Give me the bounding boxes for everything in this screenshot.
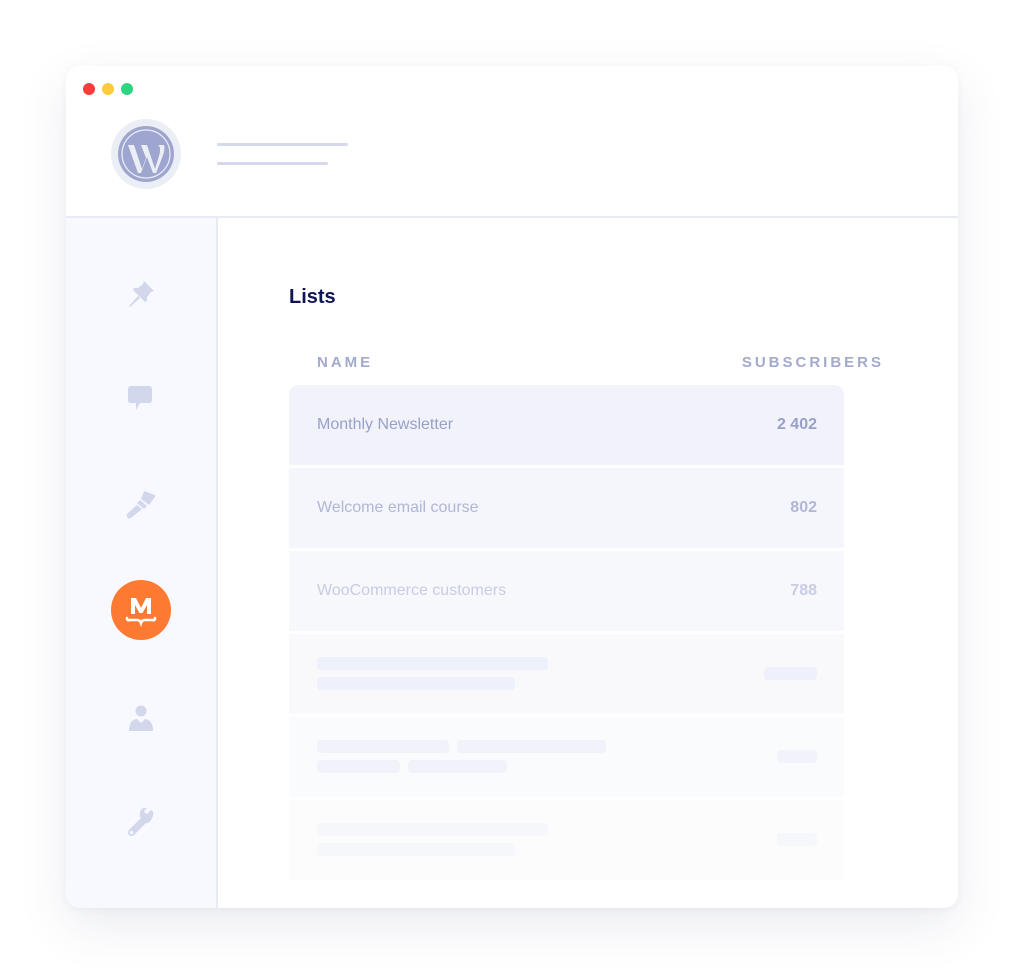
- sidebar-item-comments[interactable]: [66, 369, 216, 429]
- browser-window: Lists NAME SUBSCRIBERS Monthly Newslette…: [66, 66, 958, 908]
- header-placeholder-line: [217, 162, 328, 165]
- wordpress-logo-icon[interactable]: [111, 119, 181, 189]
- list-name[interactable]: WooCommerce customers: [317, 582, 506, 600]
- placeholder-row: [289, 634, 844, 714]
- placeholder-bar: [777, 750, 817, 763]
- column-header-subscribers[interactable]: SUBSCRIBERS: [742, 354, 884, 371]
- placeholder-bar: [764, 667, 817, 680]
- placeholder-row: [289, 717, 844, 797]
- column-header-name[interactable]: NAME: [317, 354, 373, 371]
- main-content: Lists NAME SUBSCRIBERS Monthly Newslette…: [218, 218, 958, 908]
- placeholder-bar: [317, 677, 515, 690]
- sidebar-item-posts[interactable]: [66, 264, 216, 324]
- sidebar-item-mailpoet[interactable]: [66, 580, 216, 640]
- admin-sidebar: [66, 218, 218, 908]
- list-name[interactable]: Monthly Newsletter: [317, 416, 453, 434]
- placeholder-bar: [777, 833, 817, 846]
- pin-icon: [129, 281, 154, 307]
- paintbrush-icon: [126, 491, 155, 519]
- sidebar-item-tools[interactable]: [66, 793, 216, 853]
- mailpoet-icon: [111, 580, 171, 640]
- comment-icon: [128, 386, 152, 410]
- subscriber-count: 802: [790, 499, 817, 516]
- admin-header: [66, 66, 958, 218]
- lists-table: Monthly Newsletter 2 402 Welcome email c…: [289, 385, 844, 883]
- placeholder-bar: [408, 760, 507, 773]
- sidebar-item-users[interactable]: [66, 688, 216, 748]
- table-row[interactable]: WooCommerce customers 788: [289, 551, 844, 631]
- placeholder-bar: [317, 740, 449, 753]
- placeholder-bar: [317, 657, 548, 670]
- user-icon: [129, 705, 153, 731]
- list-name[interactable]: Welcome email course: [317, 499, 479, 517]
- page-title: Lists: [289, 286, 336, 308]
- wrench-icon: [128, 808, 154, 836]
- placeholder-bar: [457, 740, 606, 753]
- placeholder-bar: [317, 760, 400, 773]
- header-placeholder-line: [217, 143, 348, 146]
- subscriber-count: 2 402: [776, 416, 817, 433]
- subscriber-count: 788: [790, 582, 817, 599]
- sidebar-item-appearance[interactable]: [66, 474, 216, 534]
- table-row[interactable]: Monthly Newsletter 2 402: [289, 385, 844, 465]
- placeholder-bar: [317, 843, 515, 856]
- placeholder-row: [289, 800, 844, 880]
- table-row[interactable]: Welcome email course 802: [289, 468, 844, 548]
- placeholder-bar: [317, 823, 548, 836]
